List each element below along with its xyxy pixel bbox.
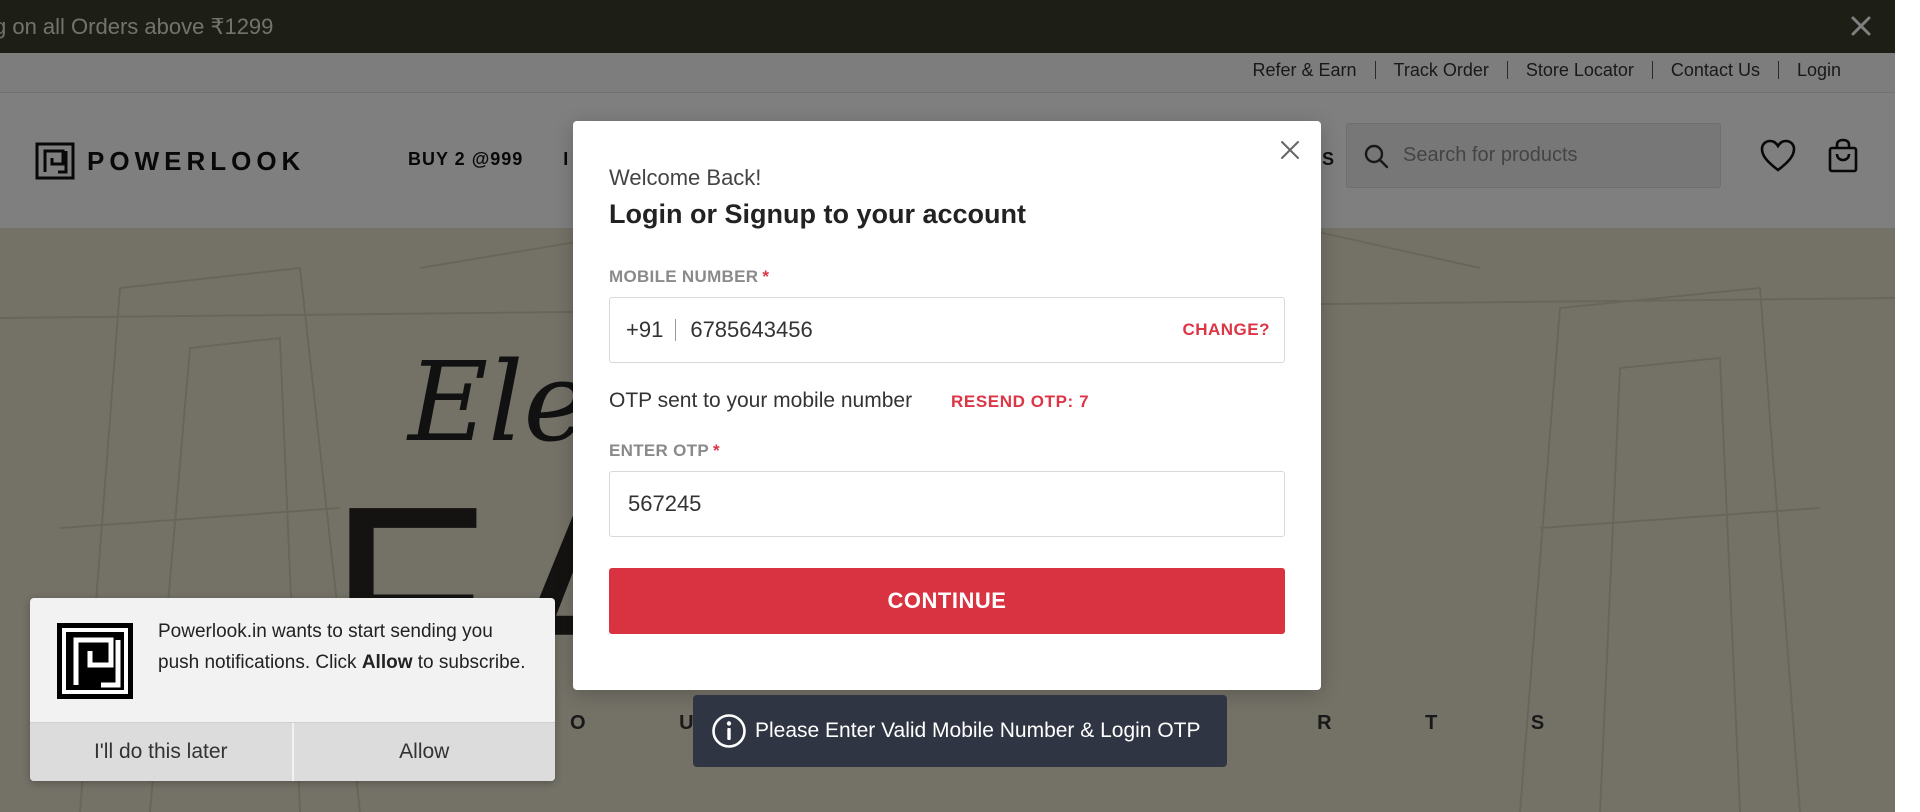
mobile-number-label: MOBILE NUMBER * bbox=[609, 267, 769, 287]
push-prompt-text: Powerlook.in wants to start sending you … bbox=[158, 616, 528, 678]
push-notification-prompt: Powerlook.in wants to start sending you … bbox=[30, 598, 555, 781]
page-scrollbar[interactable] bbox=[1895, 0, 1920, 812]
close-icon[interactable] bbox=[1277, 137, 1303, 163]
push-text-bold: Allow bbox=[361, 652, 413, 673]
push-text-end: to subscribe. bbox=[412, 652, 526, 673]
info-icon bbox=[712, 714, 746, 748]
otp-label-text: ENTER OTP bbox=[609, 441, 709, 460]
welcome-text: Welcome Back! bbox=[609, 165, 762, 190]
mobile-label-text: MOBILE NUMBER bbox=[609, 267, 759, 286]
resend-otp-link[interactable]: RESEND OTP: 7 bbox=[951, 392, 1089, 412]
required-marker: * bbox=[713, 441, 720, 460]
otp-value[interactable]: 567245 bbox=[610, 491, 701, 517]
modal-title: Login or Signup to your account bbox=[609, 199, 1026, 229]
change-number-link[interactable]: CHANGE? bbox=[1182, 320, 1284, 340]
country-code: +91 bbox=[610, 319, 677, 341]
required-marker: * bbox=[762, 267, 770, 286]
otp-input[interactable]: 567245 bbox=[609, 471, 1285, 537]
mobile-number-value[interactable]: 6785643456 bbox=[676, 317, 1182, 343]
do-later-button[interactable]: I'll do this later bbox=[30, 723, 292, 781]
otp-label: ENTER OTP * bbox=[609, 441, 720, 461]
mobile-number-field[interactable]: +91 6785643456 CHANGE? bbox=[609, 297, 1285, 363]
otp-sent-text: OTP sent to your mobile number bbox=[609, 389, 913, 412]
continue-button[interactable]: CONTINUE bbox=[609, 568, 1285, 634]
login-modal: Welcome Back! Login or Signup to your ac… bbox=[573, 121, 1321, 690]
push-buttons: I'll do this later Allow bbox=[30, 722, 555, 781]
toast-message: Please Enter Valid Mobile Number & Login… bbox=[755, 719, 1201, 742]
allow-button[interactable]: Allow bbox=[291, 723, 555, 781]
powerlook-logo-icon bbox=[57, 623, 133, 699]
error-toast: Please Enter Valid Mobile Number & Login… bbox=[693, 695, 1227, 767]
